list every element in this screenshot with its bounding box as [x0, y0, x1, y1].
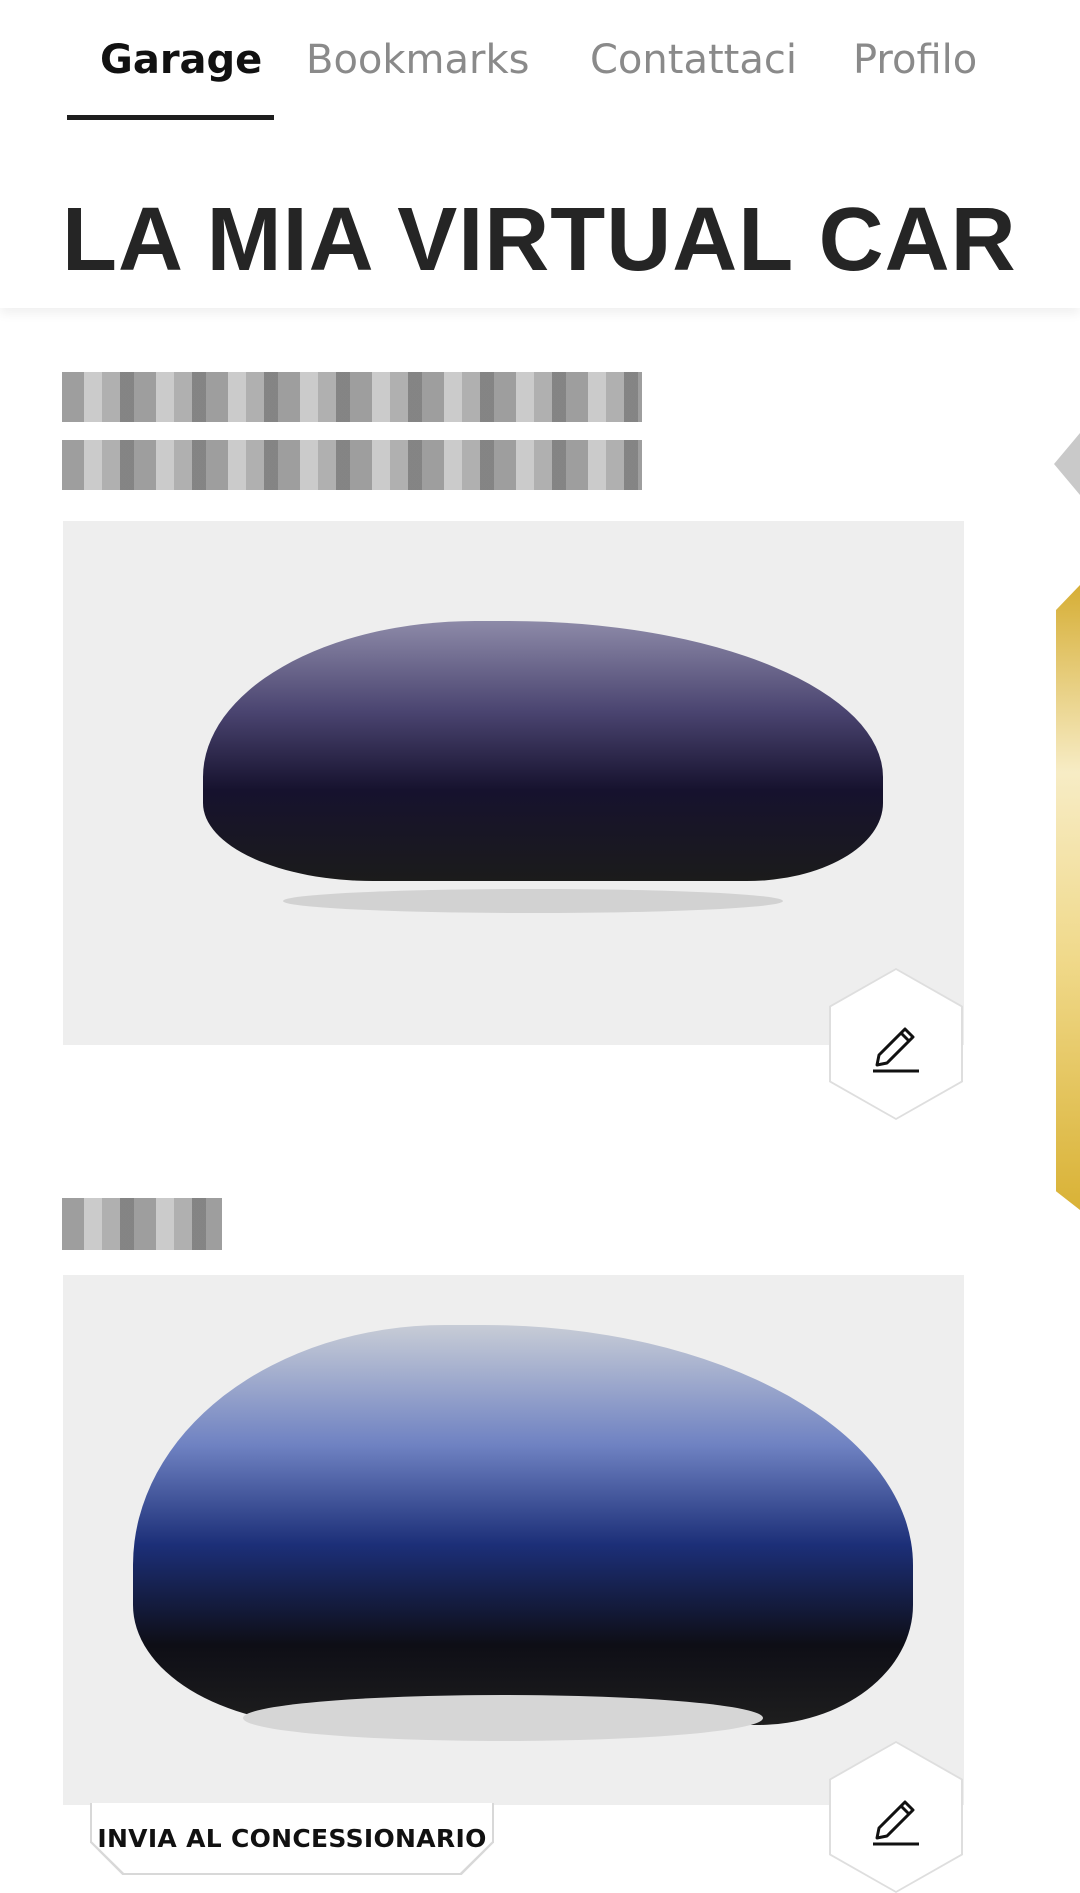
car-name-redacted — [62, 372, 642, 422]
page-title: LA MIA VIRTUAL CAR — [62, 190, 1017, 290]
carousel-prev-arrow[interactable] — [1054, 433, 1080, 495]
car-image[interactable] — [63, 521, 964, 1045]
tab-bar: Garage Bookmarks Contattaci Profilo — [0, 0, 1080, 122]
tab-garage[interactable]: Garage — [100, 30, 262, 90]
tab-contattaci[interactable]: Contattaci — [590, 30, 797, 90]
tab-profilo[interactable]: Profilo — [853, 30, 977, 90]
app-header: Garage Bookmarks Contattaci Profilo LA M… — [0, 0, 1080, 308]
car-render — [133, 1325, 913, 1725]
pencil-icon — [873, 1800, 919, 1846]
car-shadow — [243, 1695, 763, 1741]
send-to-dealer-label: INVIA AL CONCESSIONARIO — [92, 1803, 492, 1873]
car-render — [203, 621, 883, 881]
next-card-peek[interactable] — [1056, 585, 1080, 1210]
active-tab-indicator — [67, 115, 274, 120]
send-to-dealer-button[interactable]: INVIA AL CONCESSIONARIO — [90, 1803, 494, 1875]
car-name-redacted — [62, 440, 642, 490]
car-image[interactable] — [63, 1275, 964, 1805]
car-name-redacted — [62, 1198, 222, 1250]
car-shadow — [283, 889, 783, 913]
pencil-icon — [873, 1027, 919, 1073]
tab-bookmarks[interactable]: Bookmarks — [306, 30, 529, 90]
